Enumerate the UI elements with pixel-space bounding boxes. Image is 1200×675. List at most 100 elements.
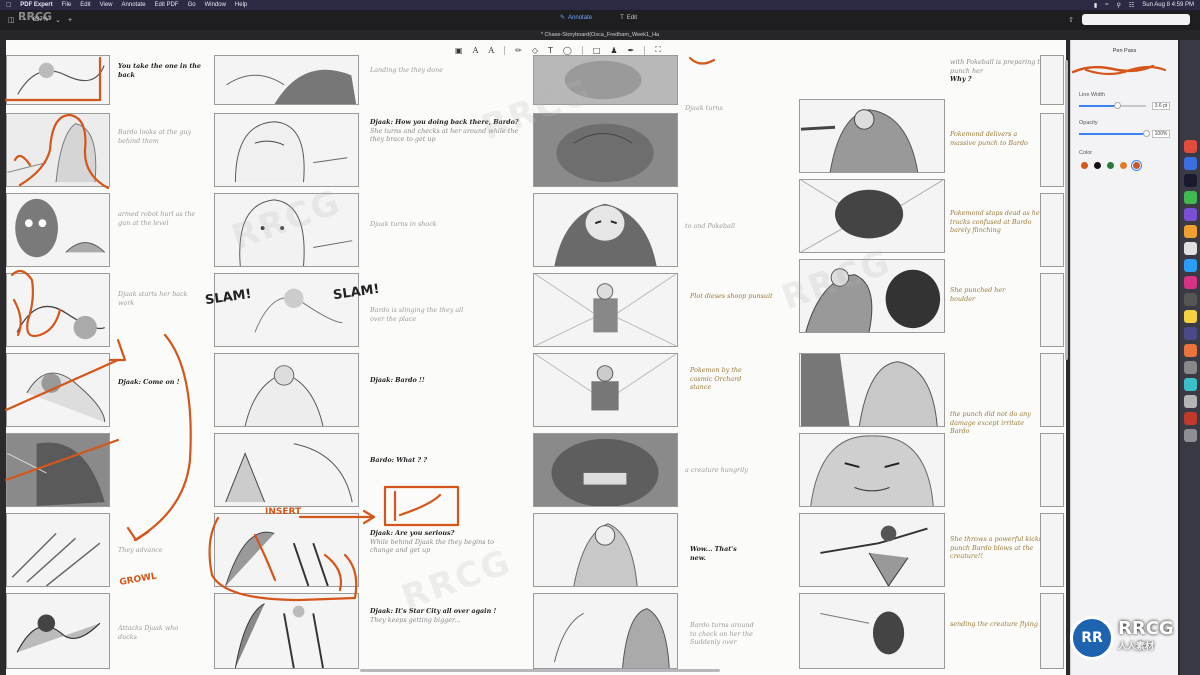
storyboard-panel	[214, 273, 359, 347]
dialog: Djaak: It's Star City all over again !	[370, 607, 497, 615]
menubar-clock[interactable]: Sun Aug 8 4:59 PM	[1142, 2, 1194, 8]
menu-annotate[interactable]: Annotate	[122, 2, 146, 8]
menu-edit-pdf[interactable]: Edit PDF	[155, 2, 179, 8]
line-width-slider[interactable]	[1079, 102, 1146, 109]
caption: a creature hungrily	[685, 466, 748, 474]
dock-app-icon[interactable]	[1183, 276, 1197, 289]
text-box-icon[interactable]: A	[488, 46, 494, 55]
storyboard-panel	[6, 353, 110, 427]
caption: Bardo is slinging the they all over the …	[370, 306, 464, 323]
apple-icon[interactable]: 	[6, 2, 11, 9]
pencil-icon[interactable]: ✏	[515, 46, 522, 55]
opacity-value[interactable]: 100%	[1152, 130, 1170, 138]
dock-app-icon[interactable]	[1183, 157, 1197, 170]
screen:  PDF Expert File Edit View Annotate Edi…	[0, 0, 1200, 675]
document-tab[interactable]: * Chase-Storyboard(Osca_Fredham_Week1_Ha	[0, 30, 1200, 40]
menu-go[interactable]: Go	[188, 2, 196, 8]
storyboard-panel	[6, 513, 110, 587]
storyboard-panel-partial	[1040, 353, 1064, 427]
highlight-icon[interactable]: ▣	[455, 46, 463, 55]
caption: Djaak: Bardo !!	[370, 376, 425, 384]
tab-annotate-label: Annotate	[568, 14, 593, 21]
dock-app-icon[interactable]	[1183, 310, 1197, 323]
opacity-label: Opacity	[1079, 120, 1098, 126]
menu-edit[interactable]: Edit	[80, 2, 90, 8]
typewriter-icon[interactable]: T	[548, 46, 553, 55]
dock-app-icon[interactable]	[1183, 293, 1197, 306]
dock-trash-icon[interactable]	[1183, 429, 1197, 442]
color-swatch[interactable]	[1107, 162, 1114, 169]
menubar-status: ▮ ≈ ⚲ ☷ Sun Aug 8 4:59 PM	[1094, 2, 1194, 9]
line-width-value[interactable]: 3.6 pt	[1152, 102, 1170, 110]
stamp-icon[interactable]: ♟	[610, 46, 617, 55]
control-center-icon[interactable]: ☷	[1129, 2, 1134, 9]
caption-text: While behind Djaak the they begins to ch…	[370, 537, 494, 555]
shapes-icon[interactable]: ◯	[563, 46, 572, 55]
color-swatch[interactable]	[1120, 162, 1127, 169]
dock-app-icon[interactable]	[1183, 259, 1197, 272]
caption: Djaak: How you doing back there, Bardo? S…	[370, 118, 520, 144]
dialog: Djaak: Are you serious?	[370, 529, 455, 537]
caption: Djaak: It's Star City all over again ! Th…	[370, 607, 510, 624]
zoom-in-icon[interactable]: +	[68, 17, 72, 24]
storyboard-panel-partial	[1040, 433, 1064, 507]
tab-edit[interactable]: T Edit	[620, 14, 637, 21]
dock-app-icon[interactable]	[1183, 191, 1197, 204]
opacity-slider[interactable]	[1079, 130, 1150, 137]
fullscreen-icon[interactable]: ⛶	[655, 45, 661, 55]
color-swatch[interactable]	[1131, 160, 1142, 171]
menu-file[interactable]: File	[62, 2, 72, 8]
document-title: * Chase-Storyboard(Osca_Fredham_Week1_Ha	[540, 32, 660, 38]
tab-edit-label: Edit	[626, 14, 638, 21]
storyboard-panel	[214, 55, 359, 105]
dock-app-icon[interactable]	[1183, 208, 1197, 221]
dock-app-icon[interactable]	[1183, 412, 1197, 425]
storyboard-panel	[6, 433, 110, 507]
vertical-scrollbar[interactable]	[1065, 60, 1068, 360]
opacity-slider-handle[interactable]	[1142, 130, 1150, 137]
dock-app-icon[interactable]	[1183, 395, 1197, 408]
dock-app-icon[interactable]	[1183, 242, 1197, 255]
dock-app-icon[interactable]	[1183, 225, 1197, 238]
share-icon[interactable]: ⇧	[1068, 16, 1074, 24]
storyboard-panel	[214, 193, 359, 267]
caption: She throws a powerful kicks punch Bardo …	[950, 535, 1042, 561]
toolbar-divider	[644, 45, 646, 55]
comment-icon[interactable]: □	[593, 46, 601, 55]
dock-app-icon[interactable]	[1183, 327, 1197, 340]
storyboard-panel	[214, 513, 359, 587]
color-label: Color	[1079, 150, 1093, 156]
battery-icon[interactable]: ▮	[1094, 2, 1097, 9]
color-swatch[interactable]	[1094, 162, 1101, 169]
sidebar-toggle-icon[interactable]: ◫	[8, 16, 15, 24]
caption: with Pokeball is preparing to punch her W…	[950, 58, 1045, 84]
dock-app-icon[interactable]	[1183, 378, 1197, 391]
chevron-down-icon[interactable]: ⌄	[55, 16, 61, 24]
text-icon[interactable]: A	[473, 46, 479, 55]
dock-app-icon[interactable]	[1183, 344, 1197, 357]
eraser-icon[interactable]: ◇	[532, 46, 538, 55]
tab-annotate[interactable]: ✎ Annotate	[560, 14, 593, 22]
color-swatch[interactable]	[1081, 162, 1088, 169]
line-width-slider-handle[interactable]	[1114, 102, 1122, 109]
search-input[interactable]	[1082, 14, 1190, 25]
dock-app-icon[interactable]	[1183, 361, 1197, 374]
spotlight-icon[interactable]: ⚲	[1117, 2, 1121, 9]
menu-help[interactable]: Help	[235, 2, 247, 8]
menu-app-name[interactable]: PDF Expert	[20, 2, 52, 8]
dock-app-icon[interactable]	[1183, 140, 1197, 153]
caption-text: They keeps getting bigger...	[370, 615, 461, 624]
storyboard-panel-partial	[1040, 593, 1064, 669]
storyboard-panel	[6, 55, 110, 105]
caption: Bardo looks at the guy behind them	[118, 128, 192, 145]
menu-window[interactable]: Window	[205, 2, 226, 8]
dialog: Why ?	[950, 75, 972, 84]
signature-icon[interactable]: ✒	[628, 46, 635, 55]
storyboard-panel	[799, 433, 945, 507]
menu-view[interactable]: View	[100, 2, 113, 8]
storyboard-panel	[214, 353, 359, 427]
caption: They advance	[118, 546, 163, 554]
dock-app-icon[interactable]	[1183, 174, 1197, 187]
horizontal-scrollbar[interactable]	[360, 669, 720, 672]
wifi-icon[interactable]: ≈	[1105, 2, 1108, 8]
